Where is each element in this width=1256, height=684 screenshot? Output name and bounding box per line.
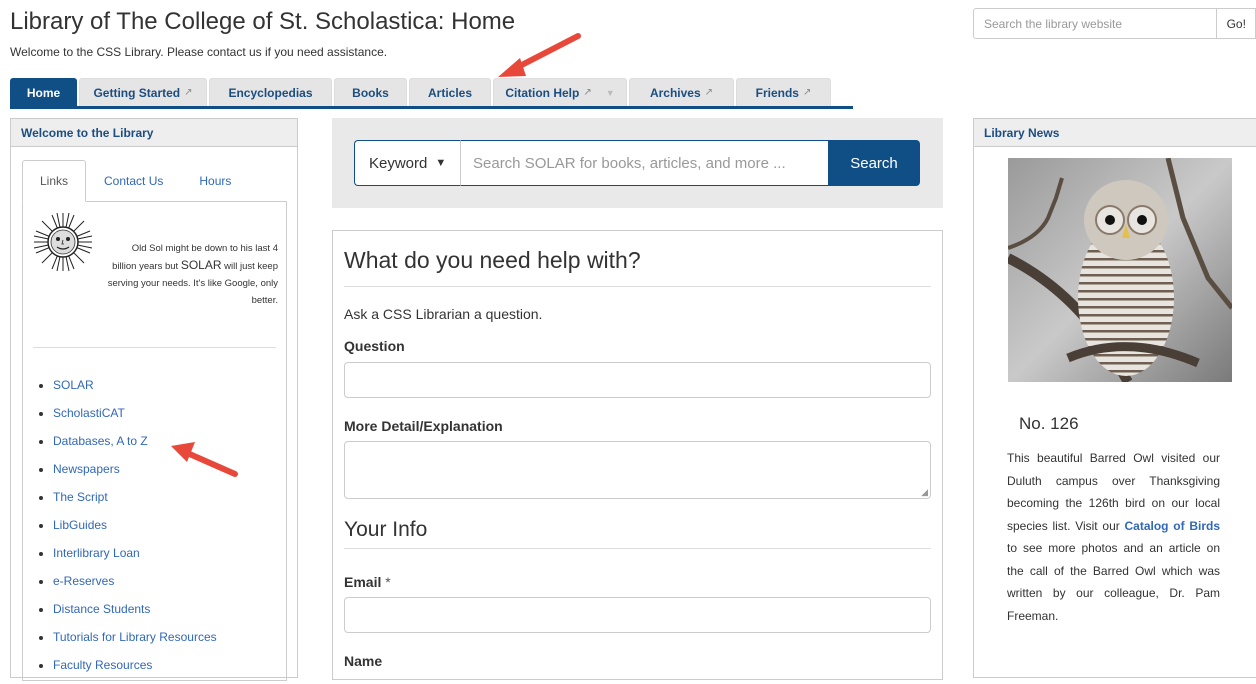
email-label-text: Email [344, 574, 382, 590]
resize-handle-icon[interactable]: ◢ [921, 487, 928, 498]
tab-links[interactable]: Links [22, 160, 87, 202]
link-tutorials[interactable]: Tutorials for Library Resources [53, 630, 217, 644]
tab-underline [10, 106, 853, 109]
question-label: Question [344, 338, 405, 354]
external-link-icon: ↗ [802, 87, 812, 98]
tab-articles[interactable]: Articles [409, 78, 491, 106]
required-mark: * [385, 574, 391, 590]
solar-search-form: Keyword ▼ Search [354, 140, 920, 186]
link-databases-a-to-z[interactable]: Databases, A to Z [53, 434, 148, 448]
barred-owl-photo [1008, 158, 1232, 382]
search-scope-value: Keyword [369, 154, 428, 172]
detail-textarea[interactable]: ◢ [344, 441, 931, 499]
link-newspapers[interactable]: Newspapers [53, 462, 120, 476]
tab-home[interactable]: Home [10, 78, 77, 106]
link-libguides[interactable]: LibGuides [53, 518, 107, 532]
your-info-heading: Your Info [344, 518, 428, 541]
solar-search-input[interactable] [461, 140, 828, 186]
catalog-of-birds-link[interactable]: Catalog of Birds [1125, 519, 1221, 533]
link-solar[interactable]: SOLAR [53, 378, 94, 392]
annotation-arrow-icon [171, 442, 238, 477]
form-heading: What do you need help with? [344, 247, 641, 273]
site-search-go-button[interactable]: Go! [1216, 8, 1256, 39]
list-item: Faculty Resources [53, 656, 217, 684]
tab-label: Articles [427, 85, 473, 100]
email-field[interactable] [344, 597, 931, 633]
divider [344, 548, 931, 549]
chevron-down-icon[interactable]: ▼ [606, 88, 615, 98]
link-distance-students[interactable]: Distance Students [53, 602, 150, 616]
link-faculty-resources[interactable]: Faculty Resources [53, 658, 152, 672]
detail-label: More Detail/Explanation [344, 418, 503, 434]
welcome-inner-tabs: Links Contact Us Hours [22, 160, 231, 202]
tab-encyclopedias[interactable]: Encyclopedias [209, 78, 332, 106]
welcome-panel-heading: Welcome to the Library [11, 119, 297, 147]
news-body: This beautiful Barred Owl visited our Du… [1007, 447, 1220, 627]
tab-label: Getting Started [93, 85, 181, 100]
news-text: to see more photos and an article on the… [1007, 541, 1220, 623]
list-item: SOLAR [53, 376, 217, 404]
link-the-script[interactable]: The Script [53, 490, 108, 504]
list-item: LibGuides [53, 516, 217, 544]
tab-archives[interactable]: Archives ↗ [629, 78, 734, 106]
tab-friends[interactable]: Friends ↗ [736, 78, 831, 106]
news-title: No. 126 [1019, 414, 1079, 433]
page-description: Welcome to the CSS Library. Please conta… [10, 45, 388, 59]
tab-label: Archives [649, 85, 701, 100]
main-nav-tabs: Home Getting Started ↗ Encyclopedias Book… [10, 78, 831, 106]
list-item: Tutorials for Library Resources [53, 628, 217, 656]
divider [344, 286, 931, 287]
link-e-reserves[interactable]: e-Reserves [53, 574, 114, 588]
list-item: Distance Students [53, 600, 217, 628]
solar-blurb-emphasis: SOLAR [180, 258, 222, 272]
external-link-icon: ↗ [583, 87, 592, 98]
question-input[interactable] [344, 362, 931, 398]
library-news-heading: Library News [974, 119, 1256, 147]
tab-books[interactable]: Books [334, 78, 407, 106]
annotation-arrow-icon [498, 33, 581, 77]
quick-links-list: SOLAR ScholastiCAT Databases, A to Z New… [38, 376, 217, 684]
list-item: Interlibrary Loan [53, 544, 217, 572]
email-label: Email * [344, 574, 391, 590]
external-link-icon: ↗ [704, 87, 714, 98]
solar-search-button[interactable]: Search [828, 140, 920, 186]
search-scope-select[interactable]: Keyword ▼ [354, 140, 461, 186]
page-title: Library of The College of St. Scholastic… [10, 8, 516, 35]
site-search: Go! [973, 8, 1256, 39]
chevron-down-icon: ▼ [435, 157, 447, 169]
tab-label: Home [26, 85, 61, 100]
tab-contact-us[interactable]: Contact Us [86, 160, 163, 202]
list-item: e-Reserves [53, 572, 217, 600]
external-link-icon: ↗ [184, 87, 193, 98]
divider [33, 347, 276, 348]
tab-label: Books [352, 85, 389, 100]
form-intro: Ask a CSS Librarian a question. [344, 306, 543, 322]
link-scholasticat[interactable]: ScholastiCAT [53, 406, 125, 420]
solar-blurb: Old Sol might be down to his last 4 bill… [105, 240, 278, 309]
tab-getting-started[interactable]: Getting Started ↗ [79, 78, 207, 106]
tab-label: Encyclopedias [228, 85, 313, 100]
name-label: Name [344, 653, 383, 669]
tab-label: Friends [755, 85, 799, 100]
list-item: The Script [53, 488, 217, 516]
list-item: ScholastiCAT [53, 404, 217, 432]
site-search-input[interactable] [973, 8, 1217, 39]
tab-hours[interactable]: Hours [163, 160, 231, 202]
link-interlibrary-loan[interactable]: Interlibrary Loan [53, 546, 140, 560]
tab-label: Citation Help [505, 85, 580, 100]
sun-face-logo [33, 212, 93, 272]
